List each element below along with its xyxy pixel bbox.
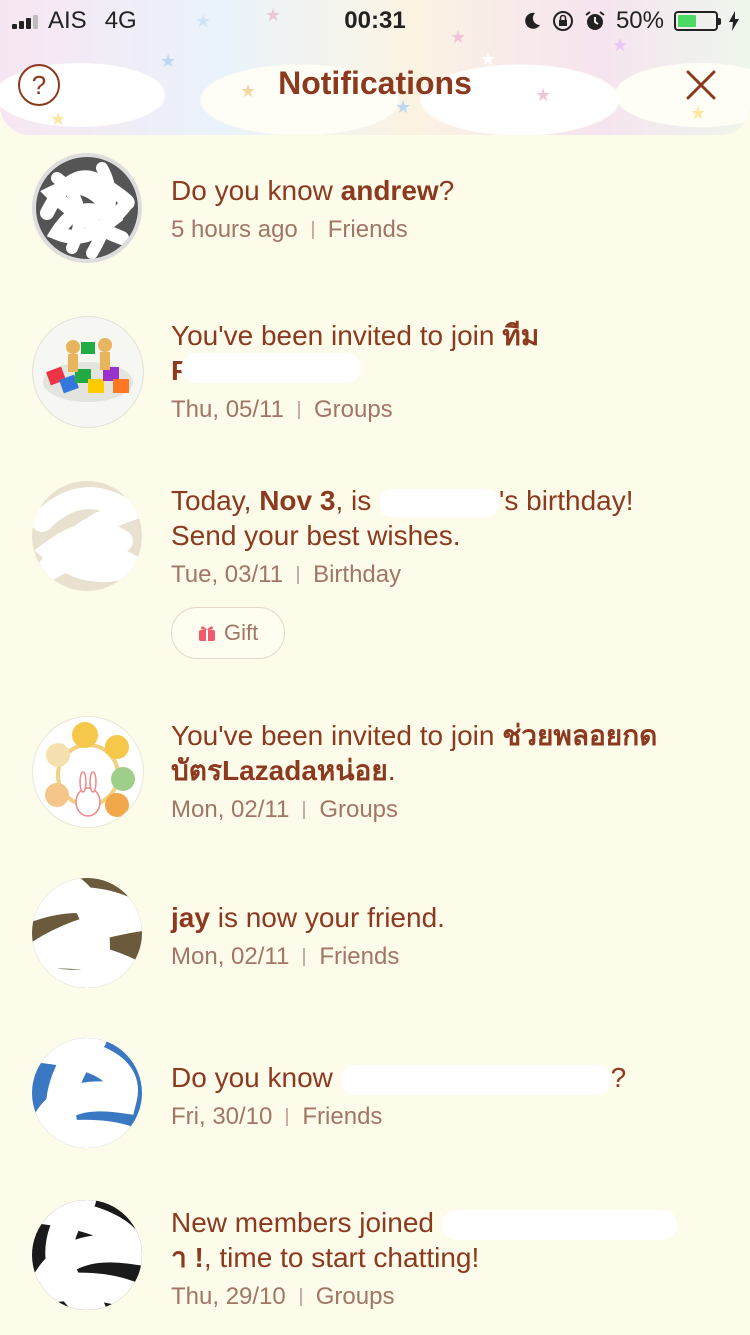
avatar — [32, 1038, 142, 1148]
moon-icon — [525, 12, 540, 29]
notification-meta: Tue, 03/11 Birthday — [171, 561, 710, 589]
redaction-scribble — [340, 1064, 611, 1095]
category-label: Birthday — [313, 561, 402, 588]
notification-text: Today, Nov 3, is 's birthday! Send your … — [171, 485, 634, 551]
notification-meta: Mon, 02/11 Groups — [171, 796, 710, 824]
battery-icon — [674, 11, 721, 31]
category-label: Friends — [327, 216, 408, 243]
rotation-lock-icon — [552, 11, 573, 31]
category-label: Friends — [302, 1103, 383, 1130]
timestamp: 5 hours ago — [171, 216, 298, 243]
redaction-scribble — [441, 1209, 677, 1240]
notification-meta: Fri, 30/10 Friends — [171, 1103, 710, 1131]
timestamp: Mon, 02/11 — [171, 943, 290, 970]
notification-meta: 5 hours ago Friends — [171, 216, 710, 244]
close-icon — [686, 70, 716, 100]
redaction-scribble — [181, 353, 361, 383]
list-item[interactable]: Do you know andrew? 5 hours ago Friends — [0, 135, 750, 285]
category-label: Friends — [319, 943, 400, 970]
battery-percent: 50% — [615, 7, 664, 34]
notification-text: jay is now your friend. — [171, 902, 445, 933]
notification-meta: Thu, 29/10 Groups — [171, 1283, 710, 1311]
header: ? Notifications — [0, 40, 750, 130]
notification-meta: Mon, 02/11 Friends — [171, 943, 710, 971]
list-item[interactable]: You've been invited to join ทีม P Thu, 0… — [0, 310, 750, 455]
list-item[interactable]: Today, Nov 3, is 's birthday! Send your … — [0, 475, 750, 705]
list-item[interactable]: jay is now your friend. Mon, 02/11 Friend… — [0, 860, 750, 1010]
list-item[interactable]: New members joined า !, time to start ch… — [0, 1170, 750, 1335]
avatar — [32, 316, 144, 428]
list-item[interactable]: You've been invited to join ช่วยพลอยกด บ… — [0, 710, 750, 860]
notification-text: Do you know ? — [171, 1062, 627, 1095]
timestamp: Fri, 30/10 — [171, 1103, 273, 1130]
timestamp: Tue, 03/11 — [171, 561, 284, 588]
category-label: Groups — [313, 396, 393, 423]
notification-text: You've been invited to join ช่วยพลอยกด บ… — [171, 720, 658, 786]
alarm-icon — [585, 11, 605, 30]
gift-button[interactable]: Gift — [171, 607, 286, 659]
status-bar: AIS 4G 00:31 50% — [0, 0, 750, 40]
timestamp: Mon, 02/11 — [171, 796, 290, 823]
notification-meta: Thu, 05/11 Groups — [171, 396, 710, 424]
category-label: Groups — [315, 1283, 395, 1310]
category-label: Groups — [319, 796, 399, 823]
list-item[interactable]: Do you know ? Fri, 30/10 Friends — [0, 1020, 750, 1170]
gift-icon — [199, 626, 215, 641]
timestamp: Thu, 29/10 — [171, 1283, 286, 1310]
redaction-scribble — [379, 488, 500, 517]
close-button[interactable] — [686, 70, 716, 100]
avatar — [32, 153, 142, 263]
gift-label: Gift — [224, 620, 259, 645]
charging-bolt-icon — [729, 11, 739, 31]
avatar — [32, 1200, 142, 1310]
timestamp: Thu, 05/11 — [171, 396, 284, 423]
avatar — [32, 878, 142, 988]
notification-text: Do you know andrew? — [171, 175, 455, 206]
avatar — [32, 481, 142, 591]
notification-text: New members joined า !, time to start ch… — [171, 1205, 710, 1275]
avatar — [32, 716, 144, 828]
page-title: Notifications — [278, 65, 472, 101]
